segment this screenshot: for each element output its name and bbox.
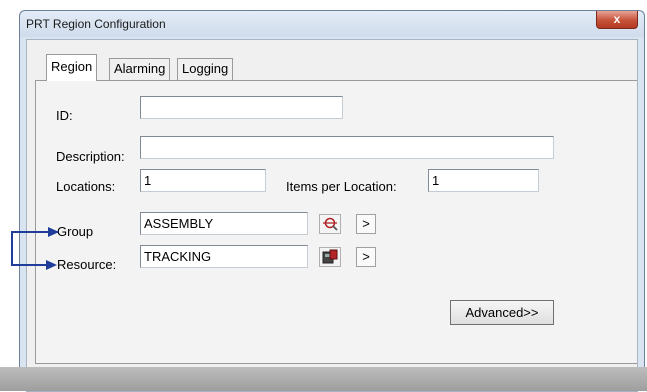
resource-arrowhead: [46, 260, 57, 270]
connector-line: [11, 231, 58, 266]
group-arrowhead: [48, 227, 59, 237]
tab-region[interactable]: Region: [46, 54, 98, 81]
